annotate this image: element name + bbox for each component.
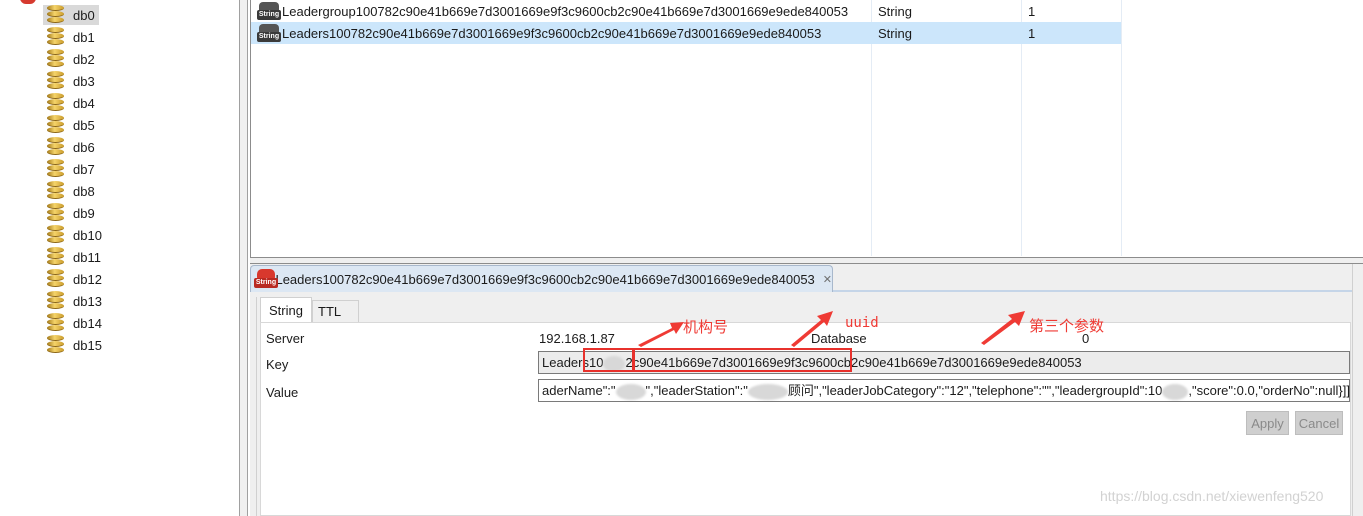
value-text: ","leaderStation":" (645, 383, 748, 398)
editor-tab-title: Leaders100782c90e41b669e7d3001669e9f3c96… (275, 271, 815, 287)
tree-item-label: db6 (73, 139, 95, 155)
tree-item-label: db5 (73, 117, 95, 133)
database-icon (46, 225, 65, 245)
tree-item-label: db10 (73, 227, 102, 243)
tree-item-label: db11 (73, 249, 101, 265)
key-third-param: 90e41b669e7d3001669e9ede840053 (864, 355, 1082, 370)
annotation-uuid: uuid (845, 315, 879, 331)
tree-item-label: db3 (73, 73, 95, 89)
annotation-box-org-code (583, 348, 635, 372)
key-prefix: Leaders (542, 355, 589, 370)
database-icon (46, 203, 65, 223)
tree-item-db2[interactable]: db2 (43, 49, 99, 69)
key-table: String Leadergroup100782c90e41b669e7d3001… (250, 0, 1363, 258)
right-scroll-edge (1352, 264, 1363, 516)
tab-string[interactable]: String (260, 297, 312, 322)
type-cell: String (878, 3, 912, 19)
watermark: https://blog.csdn.net/xiewenfeng520 (1100, 488, 1324, 504)
tree-item-db1[interactable]: db1 (43, 27, 99, 47)
redacted-blur (615, 383, 646, 400)
database-icon (46, 137, 65, 157)
value-field[interactable]: aderName":" ","leaderStation":" 顾问","leade… (538, 379, 1350, 402)
database-icon (46, 115, 65, 135)
key-editor-panel: String Leaders100782c90e41b669e7d3001669… (250, 264, 1363, 516)
tree-item-db0[interactable]: db0 (43, 5, 99, 25)
arrow-icon (791, 311, 833, 347)
database-icon (46, 159, 65, 179)
database-icon (46, 269, 65, 289)
annotation-org-code: 机构号 (683, 319, 729, 336)
tree-item-label: db9 (73, 205, 95, 221)
key-name-cell: Leaders100782c90e41b669e7d3001669e9f3c96… (282, 25, 822, 41)
database-icon (46, 27, 65, 47)
editor-tabbar: String Leaders100782c90e41b669e7d3001669… (250, 264, 1363, 292)
tree-item-db3[interactable]: db3 (43, 71, 99, 91)
close-icon[interactable]: ✕ (823, 273, 832, 286)
tree-item-label: db14 (73, 315, 102, 331)
tree-item-db12[interactable]: db12 (43, 269, 106, 289)
tree-item-db8[interactable]: db8 (43, 181, 99, 201)
tree-item-db5[interactable]: db5 (43, 115, 99, 135)
tree-item-db4[interactable]: db4 (43, 93, 99, 113)
database-icon (46, 93, 65, 113)
size-cell: 1 (1028, 3, 1036, 19)
server-label: Server (266, 331, 305, 346)
tree-item-db11[interactable]: db11 (43, 247, 105, 267)
database-icon (46, 71, 65, 91)
arrow-icon (638, 322, 684, 347)
tree-item-db15[interactable]: db15 (43, 335, 106, 355)
tree-item-label: db13 (73, 293, 102, 309)
database-icon (46, 291, 65, 311)
type-cell: String (878, 25, 912, 41)
server-value: 192.168.1.87 (539, 331, 615, 346)
redis-string-icon: String (254, 269, 278, 289)
tree-item-db14[interactable]: db14 (43, 313, 106, 333)
tree-item-db13[interactable]: db13 (43, 291, 106, 311)
value-text: ,"score":0.0,"orderNo":null}]]] (1188, 383, 1350, 398)
tab-ttl[interactable]: TTL (312, 300, 359, 322)
string-type-icon: String (257, 23, 281, 43)
database-icon (46, 335, 65, 355)
column-divider (1121, 0, 1122, 256)
cancel-button[interactable]: Cancel (1295, 411, 1343, 435)
size-cell: 1 (1028, 25, 1036, 41)
database-icon (46, 247, 65, 267)
table-row[interactable]: String Leaders100782c90e41b669e7d3001669e… (251, 22, 1121, 44)
table-row[interactable]: String Leadergroup100782c90e41b669e7d3001… (251, 0, 1121, 22)
tree-item-label: db4 (73, 95, 95, 111)
string-type-icon: String (257, 1, 281, 21)
sidebar-splitter[interactable] (240, 0, 248, 516)
database-tree: db0 db1 db2 db3 db4 db5 db6 db7 db8 db9 db10 db11 db… (0, 0, 240, 516)
annotation-box-uuid (632, 348, 852, 372)
tree-item-label: db8 (73, 183, 95, 199)
redacted-blur (747, 383, 788, 400)
arrow-icon (981, 311, 1025, 345)
tree-item-db9[interactable]: db9 (43, 203, 99, 223)
editor-tab[interactable]: String Leaders100782c90e41b669e7d3001669… (250, 265, 833, 292)
value-label: Value (266, 385, 299, 400)
annotation-third-param: 第三个参数 (1029, 318, 1105, 335)
tree-item-label: db2 (73, 51, 95, 67)
key-label: Key (266, 357, 289, 372)
redis-server-icon[interactable] (20, 0, 36, 4)
tree-item-label: db0 (73, 7, 95, 23)
database-icon (46, 181, 65, 201)
redacted-blur (1162, 383, 1189, 400)
value-text: aderName":" (542, 383, 616, 398)
key-name-cell: Leadergroup100782c90e41b669e7d3001669e9f… (282, 3, 849, 19)
value-text: 顾问","leaderJobCategory":"12","telephone"… (787, 383, 1163, 398)
apply-button[interactable]: Apply (1246, 411, 1289, 435)
tree-item-db6[interactable]: db6 (43, 137, 99, 157)
tree-item-label: db12 (73, 271, 102, 287)
database-icon (46, 49, 65, 69)
tree-item-label: db1 (73, 29, 95, 45)
tree-item-label: db15 (73, 337, 102, 353)
redis-client-window: db0 db1 db2 db3 db4 db5 db6 db7 db8 db9 db10 db11 db… (0, 0, 1363, 516)
database-icon (46, 5, 65, 25)
tree-item-label: db7 (73, 161, 95, 177)
tree-item-db7[interactable]: db7 (43, 159, 99, 179)
tree-item-db10[interactable]: db10 (43, 225, 106, 245)
database-icon (46, 313, 65, 333)
